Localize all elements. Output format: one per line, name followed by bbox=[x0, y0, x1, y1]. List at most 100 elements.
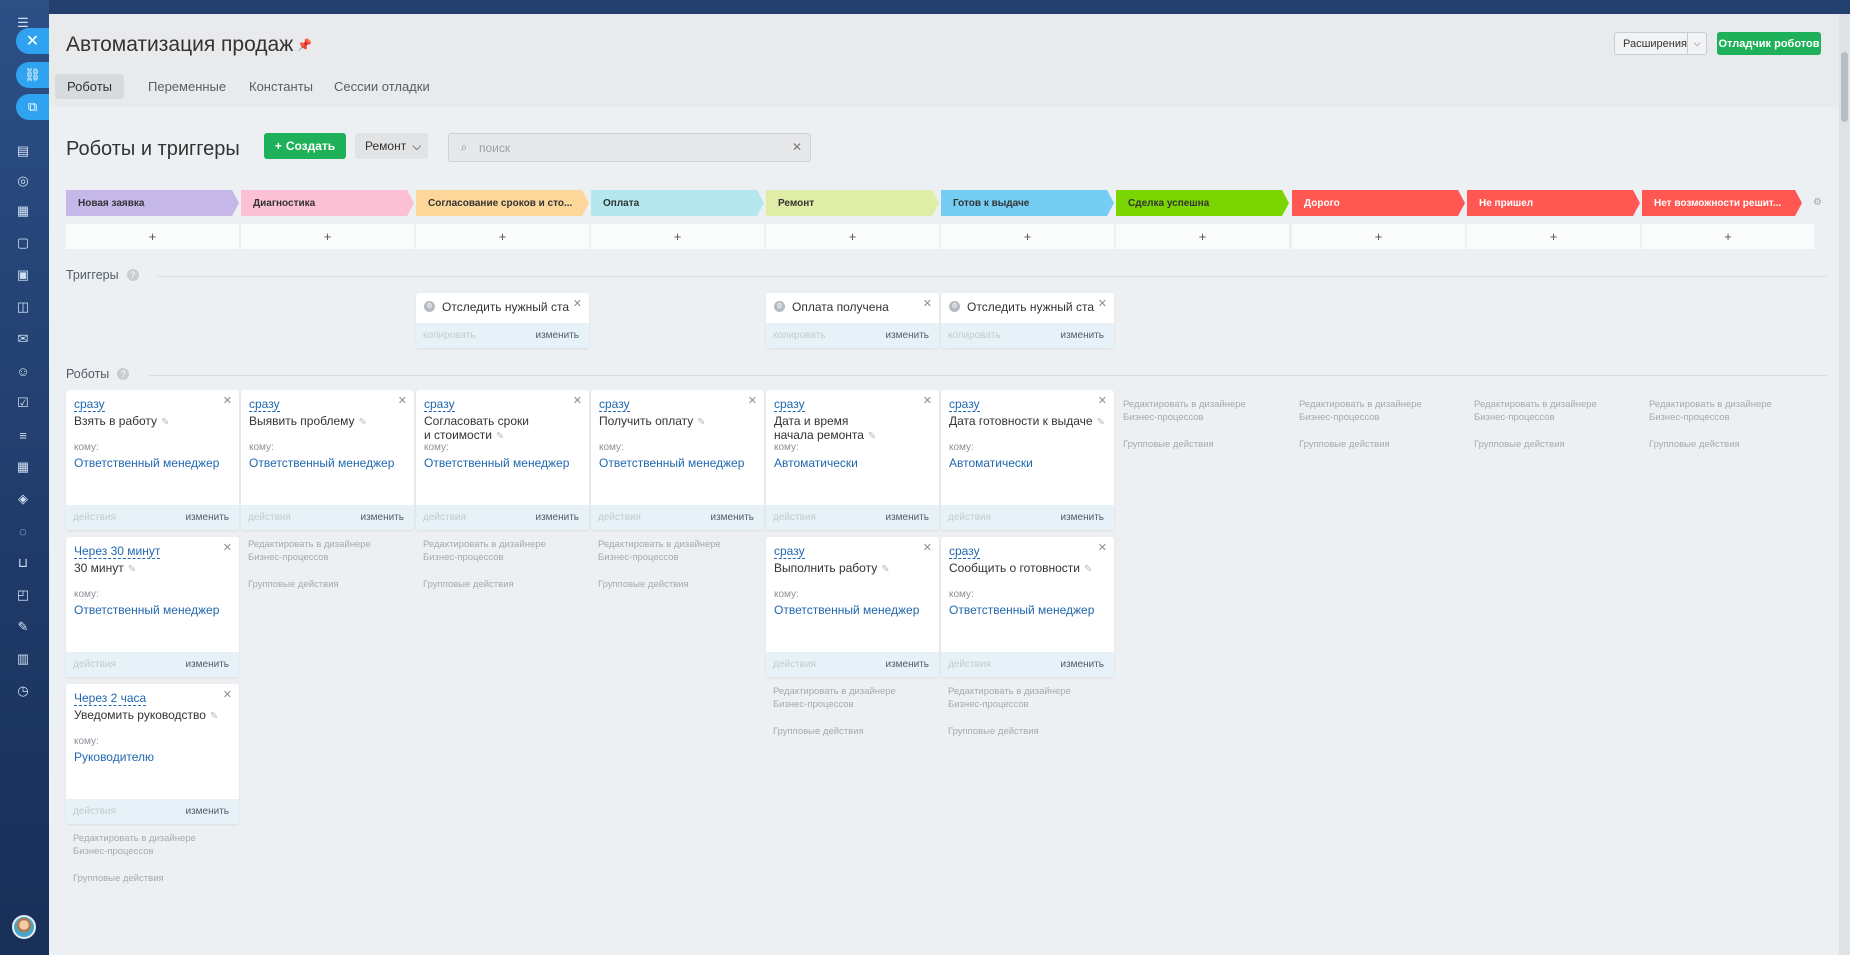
stage-header[interactable]: Оплата bbox=[591, 190, 764, 216]
actions-link[interactable]: действия bbox=[73, 659, 116, 670]
edit-link[interactable]: изменить bbox=[535, 330, 579, 341]
close-icon[interactable]: ✕ bbox=[923, 541, 932, 554]
edit-link[interactable]: изменить bbox=[185, 659, 229, 670]
add-robot-button[interactable]: + bbox=[1642, 224, 1814, 249]
close-icon[interactable]: ✕ bbox=[223, 688, 232, 701]
edit-link[interactable]: изменить bbox=[1060, 659, 1104, 670]
actions-link[interactable]: действия bbox=[598, 512, 641, 523]
pin-icon[interactable]: 📌 bbox=[297, 38, 312, 52]
nav-icon[interactable]: ◌ bbox=[12, 520, 34, 542]
search-input[interactable]: ⌕ поиск ✕ bbox=[448, 133, 811, 162]
stage-header[interactable]: Ремонт bbox=[766, 190, 939, 216]
pencil-icon[interactable]: ✎ bbox=[496, 431, 504, 442]
help-icon[interactable]: ? bbox=[117, 368, 130, 380]
responsible-link[interactable]: Автоматически bbox=[774, 456, 858, 470]
tab-debug-sessions[interactable]: Сессии отладки bbox=[322, 74, 442, 99]
actions-link[interactable]: действия bbox=[773, 512, 816, 523]
pencil-icon[interactable]: ✎ bbox=[161, 417, 169, 428]
robot-delay[interactable]: сразу bbox=[774, 545, 805, 559]
stage-header[interactable]: Нет возможности решит... bbox=[1642, 190, 1802, 216]
close-icon[interactable]: ✕ bbox=[923, 297, 932, 310]
add-robot-button[interactable]: + bbox=[1116, 224, 1289, 249]
nav-icon[interactable]: ▤ bbox=[12, 140, 34, 162]
group-actions-link[interactable]: Групповые действия bbox=[1649, 438, 1799, 451]
add-robot-button[interactable]: + bbox=[416, 224, 589, 249]
trigger-card[interactable]: ⚙ Отследить нужный ста... ✕ копировать измен… bbox=[416, 293, 589, 348]
add-robot-button[interactable]: + bbox=[241, 224, 414, 249]
close-icon[interactable]: ✕ bbox=[1098, 297, 1107, 310]
scrollbar[interactable] bbox=[1839, 14, 1850, 955]
cart-icon[interactable]: ⊔ bbox=[12, 552, 34, 574]
designer-link[interactable]: Редактировать в дизайнере Бизнес-процесс… bbox=[423, 538, 573, 564]
group-actions-link[interactable]: Групповые действия bbox=[423, 578, 573, 591]
responsible-link[interactable]: Руководителю bbox=[74, 750, 154, 764]
close-icon[interactable]: ✕ bbox=[748, 394, 757, 407]
close-icon[interactable]: ✕ bbox=[223, 541, 232, 554]
responsible-link[interactable]: Автоматически bbox=[949, 456, 1033, 470]
actions-link[interactable]: действия bbox=[73, 512, 116, 523]
actions-link[interactable]: действия bbox=[948, 659, 991, 670]
pencil-icon[interactable]: ✎ bbox=[1084, 564, 1092, 575]
actions-link[interactable]: действия bbox=[73, 806, 116, 817]
pencil-icon[interactable]: ✎ bbox=[868, 431, 876, 442]
open-in-new-icon[interactable]: ⧉ bbox=[16, 94, 49, 120]
chevron-down-icon[interactable]: ⌵ bbox=[1686, 33, 1706, 54]
close-icon[interactable]: ✕ bbox=[1098, 394, 1107, 407]
edit-link[interactable]: изменить bbox=[1060, 512, 1104, 523]
help-icon[interactable]: ? bbox=[126, 269, 139, 281]
group-actions-link[interactable]: Групповые действия bbox=[1123, 438, 1273, 451]
nav-icon[interactable]: ◫ bbox=[12, 296, 34, 318]
designer-link[interactable]: Редактировать в дизайнере Бизнес-процесс… bbox=[248, 538, 398, 564]
robot-card[interactable]: сразу ✕ Взять в работу ✎ кому: Ответственный … bbox=[66, 390, 239, 530]
copy-link[interactable]: копировать bbox=[423, 330, 476, 341]
robot-card[interactable]: сразу ✕ Выявить проблему ✎ кому: Ответственны… bbox=[241, 390, 414, 530]
stage-header[interactable]: Не пришел bbox=[1467, 190, 1640, 216]
close-icon[interactable]: ✕ bbox=[16, 28, 49, 54]
tab-variables[interactable]: Переменные bbox=[136, 74, 238, 99]
robot-delay[interactable]: сразу bbox=[599, 398, 630, 412]
clear-icon[interactable]: ✕ bbox=[792, 140, 802, 154]
robot-card[interactable]: сразу ✕ Дата и время начала ремонта ✎ кому: А… bbox=[766, 390, 939, 530]
nav-icon[interactable]: ▣ bbox=[12, 264, 34, 286]
tab-constants[interactable]: Константы bbox=[237, 74, 325, 99]
responsible-link[interactable]: Ответственный менеджер bbox=[74, 456, 219, 470]
edit-link[interactable]: изменить bbox=[535, 512, 579, 523]
robot-delay[interactable]: Через 2 часа bbox=[74, 692, 147, 706]
designer-link[interactable]: Редактировать в дизайнере Бизнес-процесс… bbox=[73, 832, 223, 858]
users-icon[interactable]: ☺ bbox=[12, 360, 34, 382]
robot-debugger-button[interactable]: Отладчик роботов bbox=[1717, 32, 1821, 55]
close-icon[interactable]: ✕ bbox=[398, 394, 407, 407]
group-actions-link[interactable]: Групповые действия bbox=[73, 872, 223, 885]
actions-link[interactable]: действия bbox=[423, 512, 466, 523]
responsible-link[interactable]: Ответственный менеджер bbox=[774, 603, 919, 617]
robot-delay[interactable]: сразу bbox=[774, 398, 805, 412]
pencil-icon[interactable]: ✎ bbox=[881, 564, 889, 575]
stage-header[interactable]: Дорого bbox=[1292, 190, 1465, 216]
edit-link[interactable]: изменить bbox=[710, 512, 754, 523]
calendar-icon[interactable]: ▦ bbox=[12, 200, 34, 222]
stage-header[interactable]: Диагностика bbox=[241, 190, 414, 216]
designer-link[interactable]: Редактировать в дизайнере Бизнес-процесс… bbox=[773, 685, 923, 711]
edit-link[interactable]: изменить bbox=[185, 512, 229, 523]
robot-delay[interactable]: сразу bbox=[249, 398, 280, 412]
robot-delay[interactable]: сразу bbox=[74, 398, 105, 412]
nav-icon[interactable]: ▦ bbox=[12, 456, 34, 478]
close-icon[interactable]: ✕ bbox=[573, 297, 582, 310]
pencil-icon[interactable]: ✎ bbox=[210, 711, 218, 722]
edit-icon[interactable]: ✎ bbox=[12, 616, 34, 638]
close-icon[interactable]: ✕ bbox=[223, 394, 232, 407]
add-robot-button[interactable]: + bbox=[766, 224, 939, 249]
responsible-link[interactable]: Ответственный менеджер bbox=[74, 603, 219, 617]
responsible-link[interactable]: Ответственный менеджер bbox=[599, 456, 744, 470]
stage-header[interactable]: Согласование сроков и сто... bbox=[416, 190, 589, 216]
tasks-icon[interactable]: ☑ bbox=[12, 392, 34, 414]
actions-link[interactable]: действия bbox=[248, 512, 291, 523]
robot-card[interactable]: сразу ✕ Выполнить работу ✎ кому: Ответственны… bbox=[766, 537, 939, 677]
designer-link[interactable]: Редактировать в дизайнере Бизнес-процесс… bbox=[1474, 398, 1624, 424]
nav-icon[interactable]: ◰ bbox=[12, 584, 34, 606]
robot-delay[interactable]: сразу bbox=[424, 398, 455, 412]
create-button[interactable]: + Создать bbox=[264, 133, 346, 159]
responsible-link[interactable]: Ответственный менеджер bbox=[949, 603, 1094, 617]
robot-delay[interactable]: Через 30 минут bbox=[74, 545, 161, 559]
add-robot-button[interactable]: + bbox=[66, 224, 239, 249]
